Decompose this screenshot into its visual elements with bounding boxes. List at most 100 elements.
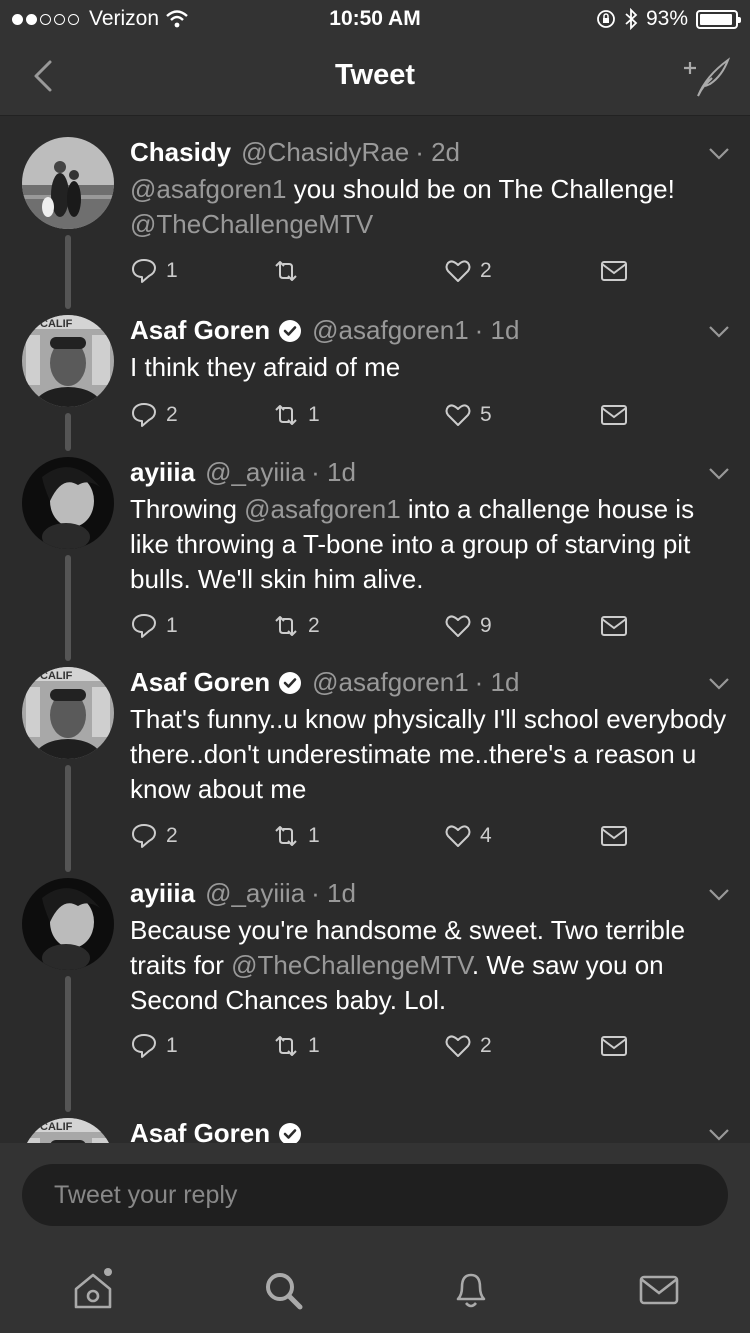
like-button[interactable]: 9 — [444, 612, 492, 640]
author-name[interactable]: Asaf Goren — [130, 1118, 270, 1143]
mention-link[interactable]: @asafgoren1 — [130, 174, 287, 204]
tweet[interactable]: Chasidy @ChasidyRae · 2d @asafgoren1 you sh… — [0, 137, 750, 315]
reply-button[interactable]: 1 — [130, 1032, 178, 1060]
compose-tweet-icon[interactable] — [684, 56, 732, 98]
envelope-icon — [601, 1036, 627, 1056]
tweet-header: Chasidy @ChasidyRae · 2d — [130, 137, 460, 168]
verified-badge-icon — [279, 1122, 302, 1143]
reply-button[interactable]: 1 — [130, 257, 178, 285]
retweet-button[interactable]: 1 — [272, 822, 320, 850]
tweet-age: · 2d — [415, 137, 460, 167]
retweet-button[interactable]: 1 — [272, 401, 320, 429]
share-dm-button[interactable] — [600, 257, 628, 285]
reply-button[interactable]: 1 — [130, 612, 178, 640]
tweet[interactable]: CALIF Asaf Goren — [0, 1118, 750, 1143]
mention-link[interactable]: @asafgoren1 — [244, 494, 401, 524]
author-handle: @ChasidyRae — [241, 137, 410, 167]
tweet[interactable]: CALIF Asaf Goren @asafgoren1 · 1d That's fun… — [0, 667, 750, 878]
messages-icon[interactable] — [636, 1267, 682, 1313]
tweet[interactable]: ayiiia @_ayiiia · 1d Because you're handsom… — [0, 878, 750, 1118]
thread-line — [65, 555, 71, 661]
like-button[interactable]: 4 — [444, 822, 492, 850]
notifications-icon[interactable] — [448, 1267, 494, 1313]
envelope-icon — [601, 616, 627, 636]
heart-icon — [445, 1035, 471, 1057]
avatar[interactable] — [22, 137, 114, 229]
tweet-text: That's funny..u know physically I'll sch… — [130, 702, 730, 807]
avatar[interactable]: CALIF — [22, 315, 114, 407]
retweet-icon — [275, 1036, 297, 1056]
mention-link[interactable]: @TheChallengeMTV — [231, 950, 472, 980]
retweet-icon — [275, 405, 297, 425]
reply-icon — [132, 1034, 156, 1058]
like-button[interactable]: 5 — [444, 401, 492, 429]
svg-text:CALIF: CALIF — [40, 1121, 73, 1133]
thread-line — [65, 235, 71, 309]
bluetooth-icon — [625, 8, 638, 30]
tab-bar — [0, 1253, 750, 1333]
verified-badge-icon — [279, 319, 302, 342]
tweet-text: Because you're handsome & sweet. Two ter… — [130, 913, 730, 1018]
heart-icon — [445, 825, 471, 847]
reply-icon — [132, 614, 156, 638]
replies-count: 2 — [166, 824, 178, 847]
retweet-icon — [275, 826, 297, 846]
chevron-down-icon[interactable] — [708, 677, 730, 691]
retweets-count: 1 — [308, 1034, 320, 1057]
chevron-down-icon[interactable] — [708, 325, 730, 339]
retweet-icon — [275, 616, 297, 636]
home-icon[interactable] — [70, 1267, 116, 1313]
system-indicators: 93% — [596, 7, 741, 31]
tweet[interactable]: CALIF Asaf Goren @asafgoren1 · 1d I think th… — [0, 315, 750, 457]
author-handle: @_ayiiia — [205, 878, 306, 908]
tweet-age: · 1d — [474, 315, 520, 345]
reply-button[interactable]: 2 — [130, 401, 178, 429]
author-name[interactable]: Chasidy — [130, 137, 231, 168]
tweet[interactable]: ayiiia @_ayiiia · 1d Throwing @asafgoren1 i… — [0, 457, 750, 667]
tweet-header: Asaf Goren @asafgoren1 · 1d — [130, 315, 519, 346]
search-icon[interactable] — [260, 1267, 306, 1313]
avatar[interactable] — [22, 457, 114, 549]
thread-line — [65, 976, 71, 1112]
status-bar: Verizon 10:50 AM 93% — [0, 0, 750, 38]
retweet-button[interactable]: 2 — [272, 612, 320, 640]
likes-count: 2 — [480, 259, 492, 282]
chevron-down-icon[interactable] — [708, 147, 730, 161]
avatar[interactable] — [22, 878, 114, 970]
svg-text:CALIF: CALIF — [40, 318, 73, 330]
chevron-down-icon[interactable] — [708, 467, 730, 481]
mention-link[interactable]: @TheChallengeMTV — [130, 209, 373, 239]
like-button[interactable]: 2 — [444, 1032, 492, 1060]
author-name[interactable]: Asaf Goren — [130, 315, 270, 346]
reply-button[interactable]: 2 — [130, 822, 178, 850]
tweet-text-segment: That's funny..u know physically I'll sch… — [130, 704, 727, 804]
battery-icon — [696, 9, 741, 29]
orientation-lock-icon — [597, 10, 615, 28]
tweet-text: @asafgoren1 you should be on The Challen… — [130, 172, 730, 242]
avatar[interactable]: CALIF — [22, 667, 114, 759]
reply-icon — [132, 403, 156, 427]
share-dm-button[interactable] — [600, 1032, 628, 1060]
avatar[interactable]: CALIF — [22, 1118, 114, 1143]
tweet-actions: 1 2 9 — [130, 612, 640, 642]
envelope-icon — [601, 826, 627, 846]
share-dm-button[interactable] — [600, 401, 628, 429]
share-dm-button[interactable] — [600, 612, 628, 640]
chevron-down-icon[interactable] — [708, 888, 730, 902]
chevron-down-icon[interactable] — [708, 1128, 730, 1142]
reply-input[interactable]: Tweet your reply — [22, 1164, 728, 1226]
retweets-count: 1 — [308, 403, 320, 426]
author-name[interactable]: ayiiia — [130, 878, 195, 909]
retweet-button[interactable]: 1 — [272, 1032, 320, 1060]
author-name[interactable]: Asaf Goren — [130, 667, 270, 698]
share-dm-button[interactable] — [600, 822, 628, 850]
tweet-header: Asaf Goren @asafgoren1 · 1d — [130, 667, 519, 698]
retweets-count: 1 — [308, 824, 320, 847]
like-button[interactable]: 2 — [444, 257, 492, 285]
retweet-button[interactable] — [272, 257, 308, 285]
replies-count: 1 — [166, 1034, 178, 1057]
author-name[interactable]: ayiiia — [130, 457, 195, 488]
replies-count: 1 — [166, 614, 178, 637]
heart-icon — [445, 615, 471, 637]
retweets-count: 2 — [308, 614, 320, 637]
